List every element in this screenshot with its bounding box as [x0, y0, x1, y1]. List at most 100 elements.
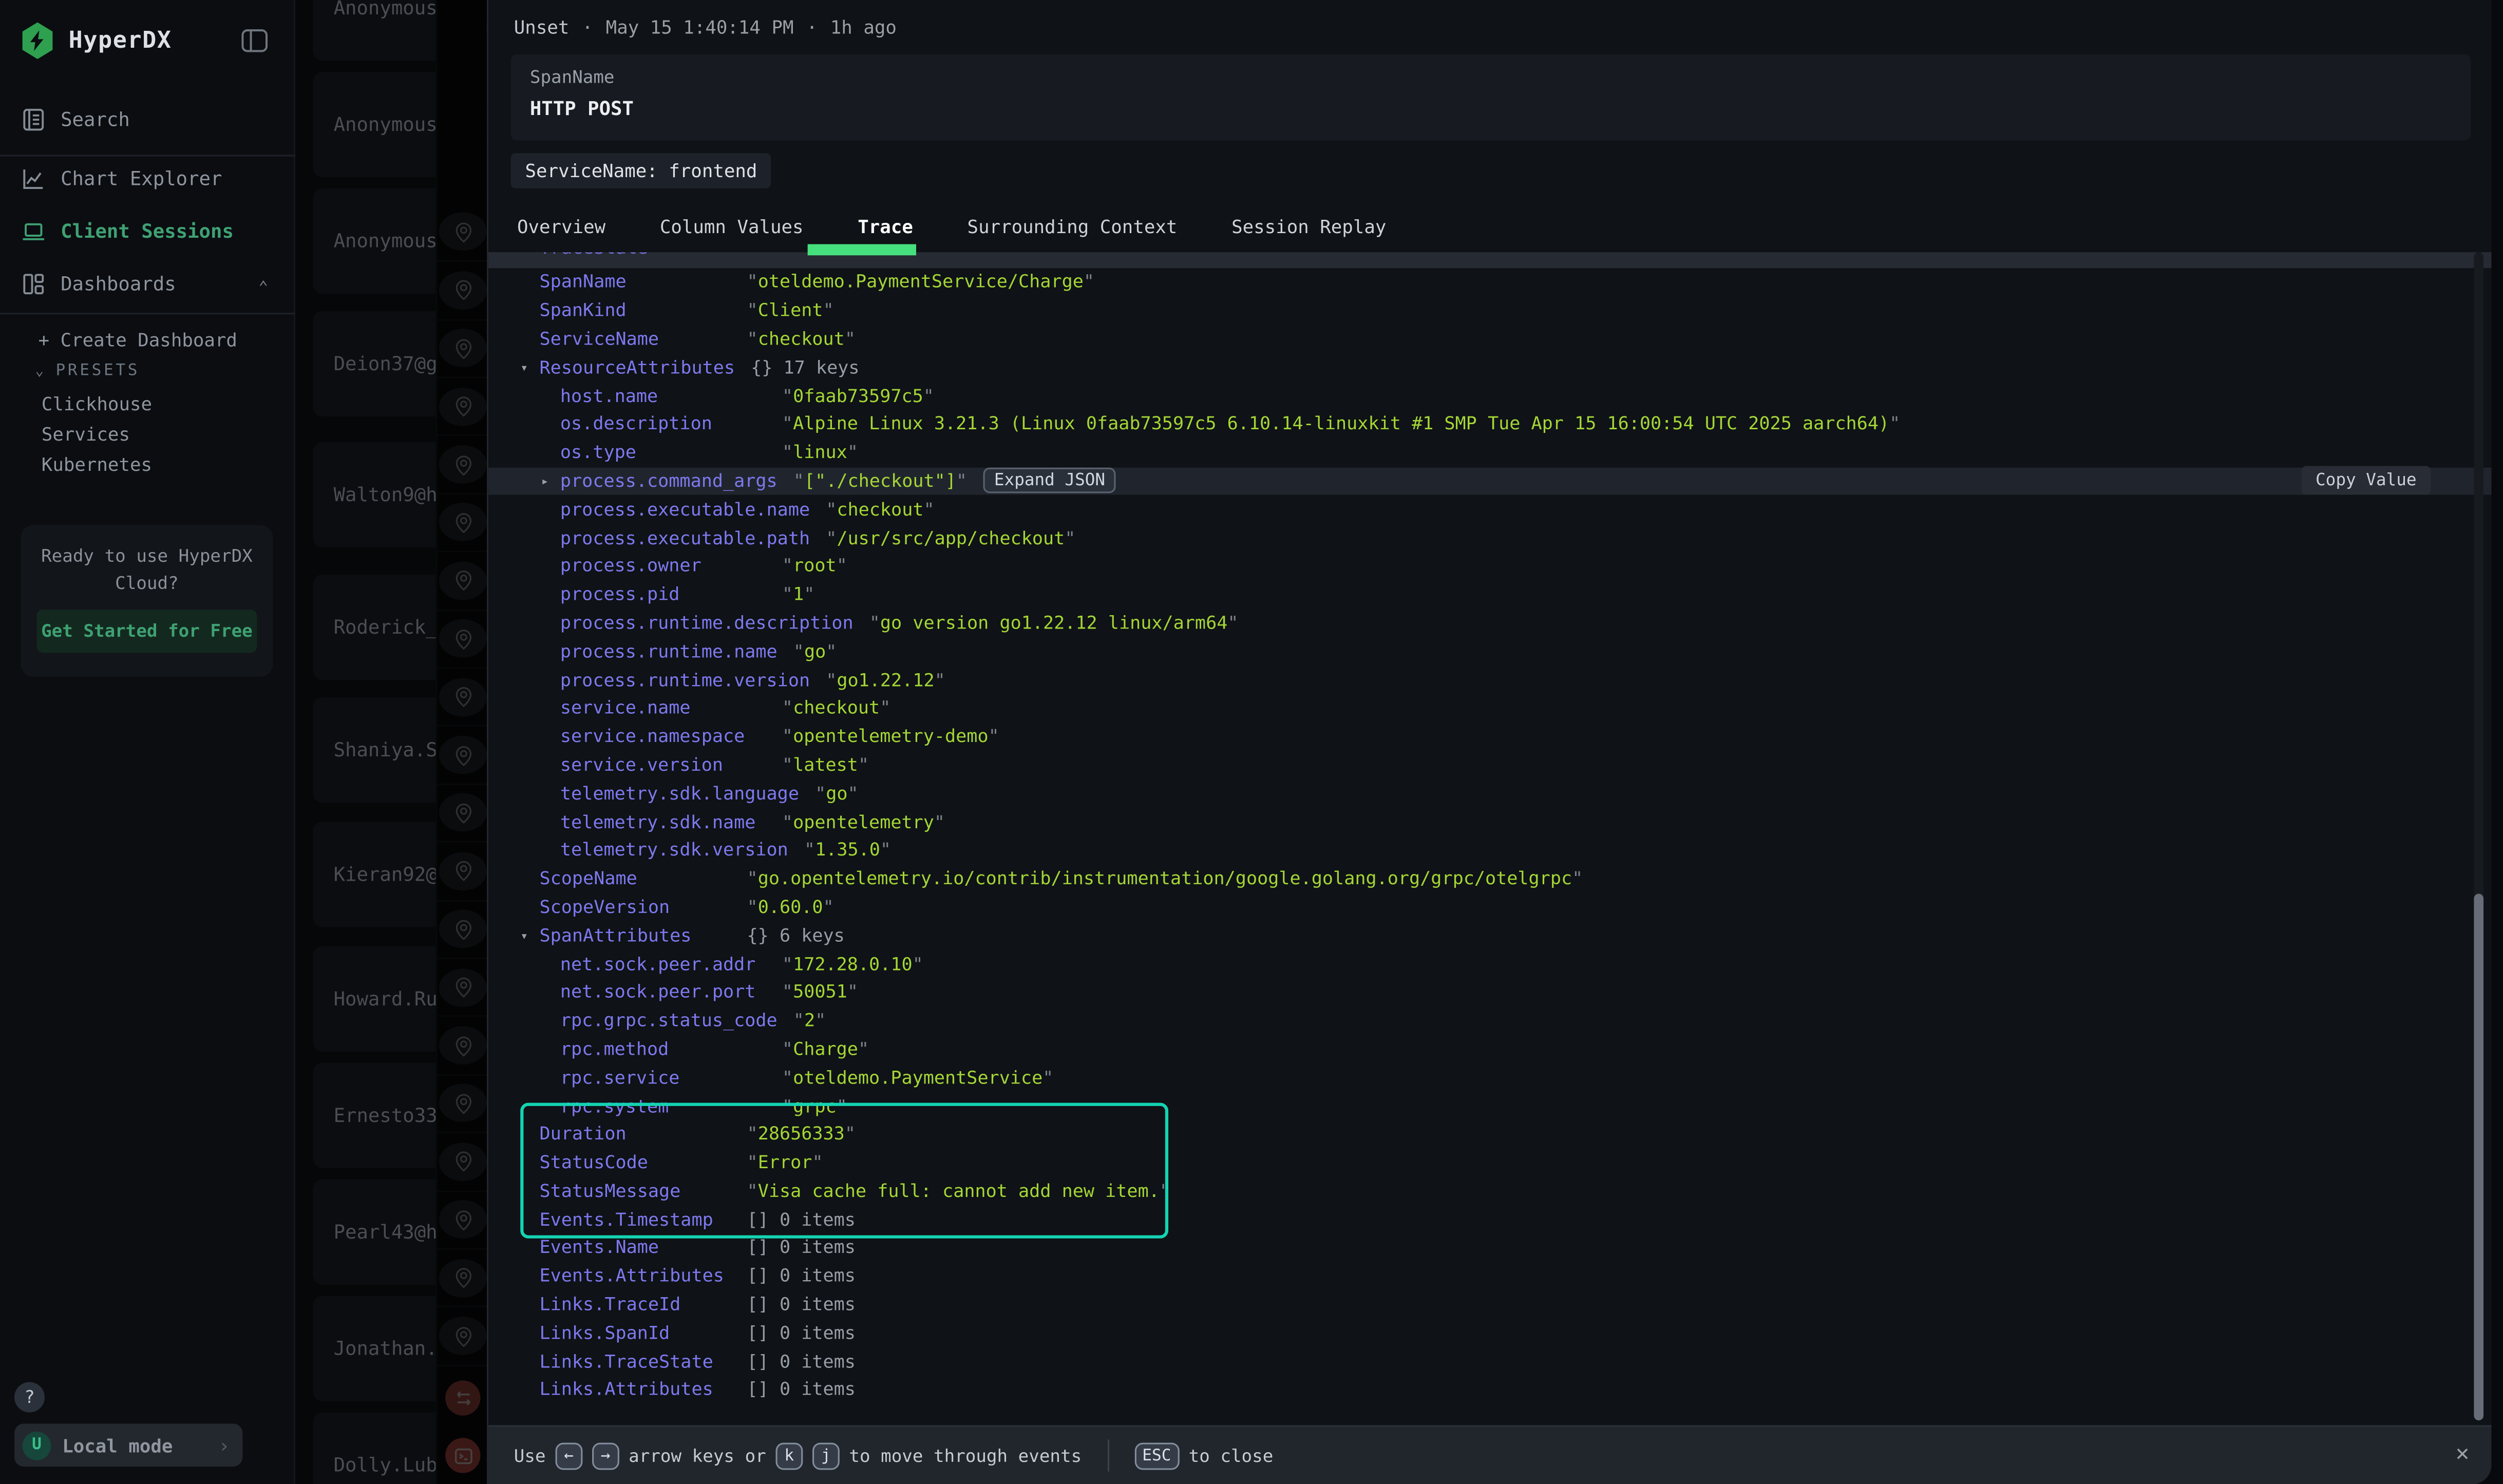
trace-attribute-row[interactable]: service.namespace"opentelemetry-demo"	[488, 722, 2492, 751]
trace-attribute-row[interactable]: Links.TraceId[] 0 items	[488, 1290, 2492, 1319]
expand-caret-icon[interactable]: ▸	[541, 474, 560, 488]
trace-attribute-row[interactable]: process.runtime.name"go"	[488, 637, 2492, 665]
collapse-caret-icon[interactable]: ▾	[520, 360, 539, 375]
attribute-key: rpc.service	[560, 1067, 782, 1088]
map-pin-icon	[451, 1092, 475, 1116]
trace-attribute-row[interactable]: ▸process.command_args"["./checkout"]"Exp…	[488, 467, 2492, 495]
trace-attribute-row[interactable]: process.runtime.description"go version g…	[488, 609, 2492, 637]
trace-attribute-row[interactable]: net.sock.peer.port"50051"	[488, 978, 2492, 1006]
timeline-event-pin[interactable]	[438, 1191, 488, 1249]
logo[interactable]: HyperDX	[21, 23, 172, 59]
attribute-key: process.executable.path	[560, 527, 826, 548]
tab-session-replay[interactable]: Session Replay	[1204, 201, 1413, 252]
trace-attribute-row[interactable]: rpc.service"oteldemo.PaymentService"	[488, 1063, 2492, 1092]
session-user-name: Walton9@ho	[313, 484, 449, 506]
attribute-key: service.namespace	[560, 727, 782, 747]
trace-attribute-row[interactable]: StatusMessage"Visa cache full: cannot ad…	[488, 1177, 2492, 1205]
timeline-event-pin[interactable]	[438, 494, 488, 553]
timeline-event-pin[interactable]	[438, 785, 488, 843]
trace-attribute-row[interactable]: os.type"linux"	[488, 439, 2492, 467]
trace-attribute-row[interactable]: Events.Attributes[] 0 items	[488, 1262, 2492, 1290]
tab-column-values[interactable]: Column Values	[633, 201, 830, 252]
preset-dashboard-kubernetes[interactable]: Kubernetes	[42, 453, 152, 476]
app-root: HyperDX Search Chart Explorer Client Sessi…	[0, 0, 2502, 1484]
trace-attribute-row[interactable]: os.description"Alpine Linux 3.21.3 (Linu…	[488, 410, 2492, 439]
timeline-event-pin[interactable]	[438, 1250, 488, 1308]
timeline-event-pin[interactable]	[438, 553, 488, 611]
sidebar-collapse-icon[interactable]	[241, 29, 268, 53]
timeline-event-pin[interactable]	[438, 669, 488, 727]
help-button[interactable]: ?	[14, 1382, 45, 1413]
trace-attribute-row[interactable]: host.name"0faab73597c5"	[488, 382, 2492, 410]
trace-attribute-row[interactable]: Events.Name[] 0 items	[488, 1234, 2492, 1262]
timeline-event-pin[interactable]	[438, 1017, 488, 1075]
timeline-event-pin[interactable]	[438, 959, 488, 1017]
trace-attribute-row[interactable]: Events.Timestamp[] 0 items	[488, 1205, 2492, 1233]
trace-attribute-row[interactable]: TraceState	[488, 252, 2492, 268]
presets-section-label[interactable]: ⌄PRESETS	[35, 363, 140, 380]
trace-attribute-row[interactable]: StatusCode"Error"	[488, 1149, 2492, 1177]
timeline-event-pin[interactable]	[438, 436, 488, 494]
trace-attribute-row[interactable]: SpanKind"Client"	[488, 296, 2492, 325]
timeline-event-pin[interactable]	[438, 320, 488, 378]
timeline-event-pin[interactable]	[438, 611, 488, 669]
preset-dashboard-services[interactable]: Services	[42, 423, 130, 446]
timeline-event-pin[interactable]	[438, 378, 488, 436]
service-name-chip[interactable]: ServiceName: frontend	[511, 153, 772, 188]
trace-attribute-row[interactable]: rpc.system"grpc"	[488, 1092, 2492, 1120]
timeline-event-pin[interactable]	[438, 901, 488, 959]
copy-value-button[interactable]: Copy Value	[2301, 465, 2431, 494]
sidebar-item-client-sessions[interactable]: Client Sessions	[21, 217, 234, 246]
timeline-event-pin[interactable]	[438, 1308, 488, 1366]
trace-attribute-row[interactable]: Links.Attributes[] 0 items	[488, 1376, 2492, 1404]
close-icon[interactable]: ✕	[2456, 1441, 2469, 1467]
timeline-terminal-event[interactable]	[445, 1438, 480, 1473]
timeline-event-pin[interactable]	[438, 843, 488, 901]
trace-attribute-row[interactable]: telemetry.sdk.name"opentelemetry"	[488, 808, 2492, 836]
trace-attribute-row[interactable]: process.executable.name"checkout"	[488, 496, 2492, 524]
timeline-event-pin[interactable]	[438, 727, 488, 785]
timeline-swap-arrows-event[interactable]	[445, 1380, 480, 1415]
preset-dashboard-clickhouse[interactable]: Clickhouse	[42, 393, 152, 415]
trace-attribute-row[interactable]: Duration"28656333"	[488, 1120, 2492, 1149]
local-mode-menu[interactable]: U Local mode ›	[14, 1423, 242, 1467]
trace-attribute-row[interactable]: ScopeName"go.opentelemetry.io/contrib/in…	[488, 865, 2492, 893]
timeline-event-pin[interactable]	[438, 1075, 488, 1133]
trace-attribute-row[interactable]: process.owner"root"	[488, 552, 2492, 580]
get-started-button[interactable]: Get Started for Free	[36, 610, 257, 653]
collapse-caret-icon[interactable]: ▾	[520, 928, 539, 943]
timeline-event-pin[interactable]	[438, 204, 488, 262]
trace-attribute-row[interactable]: Links.SpanId[] 0 items	[488, 1319, 2492, 1347]
status-badge: Unset	[514, 16, 570, 39]
tab-surrounding-context[interactable]: Surrounding Context	[940, 201, 1205, 252]
trace-attribute-row[interactable]: service.name"checkout"	[488, 694, 2492, 722]
timeline-event-pin[interactable]	[438, 262, 488, 320]
trace-attribute-row[interactable]: telemetry.sdk.version"1.35.0"	[488, 836, 2492, 864]
trace-attribute-row[interactable]: rpc.method"Charge"	[488, 1035, 2492, 1063]
trace-attribute-row[interactable]: telemetry.sdk.language"go"	[488, 779, 2492, 808]
trace-attribute-row[interactable]: ▾SpanAttributes{} 6 keys	[488, 921, 2492, 949]
trace-attribute-row[interactable]: SpanName"oteldemo.PaymentService/Charge"	[488, 268, 2492, 296]
trace-attribute-row[interactable]: service.version"latest"	[488, 751, 2492, 779]
trace-attribute-row[interactable]: ▾ResourceAttributes{} 17 keys	[488, 353, 2492, 382]
timeline-event-pin[interactable]	[438, 1133, 488, 1191]
trace-attribute-row[interactable]: process.runtime.version"go1.22.12"	[488, 666, 2492, 694]
trace-attribute-row[interactable]: Links.TraceState[] 0 items	[488, 1347, 2492, 1376]
trace-attribute-row[interactable]: process.executable.path"/usr/src/app/che…	[488, 524, 2492, 552]
trace-attribute-row[interactable]: ScopeVersion"0.60.0"	[488, 893, 2492, 921]
sidebar-item-chart-explorer[interactable]: Chart Explorer	[21, 164, 222, 193]
arrow-left-key: ←	[555, 1442, 582, 1469]
sidebar-item-dashboards[interactable]: Dashboards	[21, 270, 176, 298]
tab-overview[interactable]: Overview	[490, 201, 633, 252]
trace-attribute-row[interactable]: net.sock.peer.addr"172.28.0.10"	[488, 950, 2492, 978]
expand-json-button[interactable]: Expand JSON	[983, 468, 1116, 494]
create-dashboard-button[interactable]: + Create Dashboard	[39, 329, 237, 351]
sidebar-item-search[interactable]: Search	[21, 105, 129, 134]
session-user-name: Anonymous	[313, 0, 438, 19]
scrollbar-thumb[interactable]	[2474, 893, 2483, 1420]
trace-attribute-row[interactable]: process.pid"1"	[488, 581, 2492, 609]
map-pin-icon	[451, 394, 475, 418]
trace-attribute-row[interactable]: ServiceName"checkout"	[488, 325, 2492, 353]
trace-attribute-row[interactable]: rpc.grpc.status_code"2"	[488, 1006, 2492, 1035]
attribute-key: rpc.grpc.status_code	[560, 1011, 793, 1031]
